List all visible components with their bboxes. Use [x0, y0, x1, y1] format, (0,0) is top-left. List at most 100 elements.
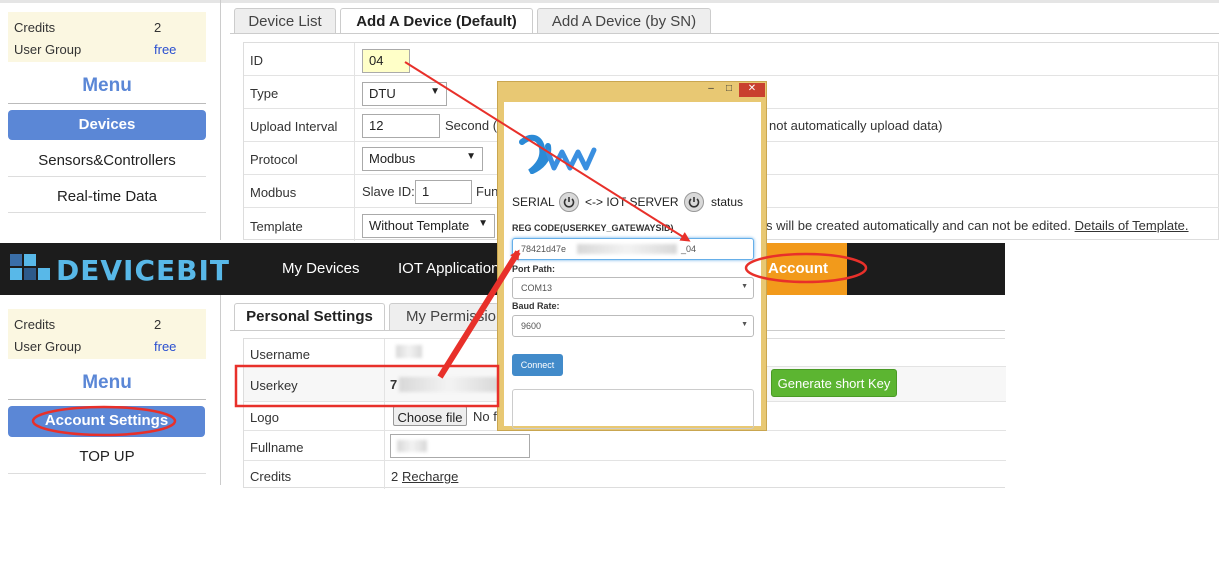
modbus-function-label: Fun	[476, 184, 499, 199]
close-icon[interactable]: ✕	[739, 83, 765, 97]
reg-code-input[interactable]: 78421d47e _04	[512, 238, 754, 260]
serial-label: SERIAL	[512, 195, 555, 209]
userkey-label: Userkey	[250, 378, 298, 393]
status-label: status	[711, 195, 744, 209]
userkey-redacted	[399, 377, 499, 392]
modbus-label: Modbus	[250, 185, 297, 200]
user-group-row: User Group free	[14, 339, 204, 359]
column-separator	[384, 461, 385, 489]
port-path-label: Port Path:	[512, 264, 556, 274]
nav-iot-application[interactable]: IOT Application	[398, 260, 499, 277]
column-separator	[354, 175, 355, 207]
minimize-icon[interactable]: –	[703, 83, 719, 97]
menu-title: Menu	[82, 75, 132, 96]
nav-account-label: Account	[768, 260, 828, 277]
slave-id-label: Slave ID:	[362, 184, 415, 199]
sidebar-item-sensors-controllers[interactable]: Sensors&Controllers	[8, 152, 206, 174]
credits-label: Credits	[14, 317, 56, 332]
maximize-icon[interactable]: □	[721, 83, 737, 97]
fullname-label: Fullname	[250, 440, 304, 455]
sidebar-item-devices[interactable]: Devices	[8, 110, 206, 140]
column-separator	[354, 109, 355, 141]
sidebar-item-top-up[interactable]: TOP UP	[8, 448, 206, 470]
template-select[interactable]: Without Template ▼	[362, 214, 495, 238]
column-separator	[384, 402, 385, 430]
dropdown-caret-icon: ▼	[430, 86, 440, 97]
credits-label: Credits	[250, 469, 292, 484]
user-group-label: User Group	[14, 339, 82, 354]
credits-label: Credits	[14, 20, 56, 35]
menu-divider	[8, 176, 206, 177]
nav-account[interactable]: Account	[760, 243, 847, 295]
menu-divider	[8, 103, 206, 104]
port-path-select[interactable]: COM13 ▼	[512, 277, 754, 299]
type-label: Type	[250, 86, 279, 101]
column-separator	[354, 208, 355, 241]
user-group-value[interactable]: free	[154, 339, 176, 354]
reg-code-redacted	[577, 244, 677, 254]
details-of-template-link[interactable]: Details of Template.	[1075, 218, 1189, 233]
upload-interval-label: Upload Interval	[250, 119, 338, 134]
id-label: ID	[250, 53, 263, 68]
fullname-input[interactable]	[390, 434, 530, 458]
column-separator	[354, 142, 355, 174]
id-input[interactable]: 04	[362, 49, 410, 73]
menu-divider	[8, 212, 206, 213]
tab-my-permissions[interactable]: My Permissio	[389, 303, 499, 330]
sidebar-item-account-settings[interactable]: Account Settings	[8, 406, 205, 437]
iot-server-label: <-> IOT SERVER	[585, 195, 679, 209]
tab-baseline	[230, 33, 1219, 34]
tab-add-device-by-sn[interactable]: Add A Device (by SN)	[537, 8, 711, 33]
fullname-redacted	[397, 440, 427, 452]
generate-short-key-button[interactable]: Generate short Key	[771, 369, 897, 397]
baud-rate-select[interactable]: 9600 ▼	[512, 315, 754, 337]
sidebar-item-realtime-data[interactable]: Real-time Data	[8, 188, 206, 210]
upload-interval-input[interactable]: 12	[362, 114, 440, 138]
account-info-box: Credits 2 User Group free	[8, 12, 206, 62]
credits-value: 2	[154, 317, 162, 332]
dropdown-caret-icon: ▼	[466, 151, 476, 162]
reg-code-label: REG CODE(USERKEY_GATEWAYSID)	[512, 223, 674, 233]
account-info-box: Credits 2 User Group free	[8, 309, 206, 359]
sidebar-separator	[220, 295, 221, 485]
devicebit-logo-text: DEVICEBIT	[56, 254, 230, 287]
dropdown-caret-icon: ▼	[741, 283, 748, 290]
protocol-label: Protocol	[250, 152, 298, 167]
protocol-select-value: Modbus	[369, 151, 416, 166]
recharge-link[interactable]: Recharge	[402, 469, 458, 484]
form-row-fullname: Fullname	[244, 431, 1006, 461]
template-note-text: s will be created automatically and can …	[766, 218, 1071, 233]
nav-my-devices[interactable]: My Devices	[282, 260, 360, 277]
username-redacted	[396, 345, 422, 358]
template-select-value: Without Template	[369, 218, 470, 233]
username-label: Username	[250, 347, 310, 362]
template-note: s will be created automatically and can …	[766, 218, 1189, 233]
upload-interval-unit: Second (	[445, 118, 498, 133]
user-group-value[interactable]: free	[154, 42, 176, 57]
top-border	[0, 0, 1219, 3]
column-separator	[384, 431, 385, 460]
sidebar-separator	[220, 0, 221, 240]
app-logo-icon	[518, 124, 598, 179]
tab-device-list[interactable]: Device List	[234, 8, 336, 33]
tab-add-device-default[interactable]: Add A Device (Default)	[340, 8, 533, 34]
serial-power-icon[interactable]	[559, 192, 579, 212]
user-group-row: User Group free	[14, 42, 204, 62]
type-select[interactable]: DTU ▼	[362, 82, 447, 106]
protocol-select[interactable]: Modbus ▼	[362, 147, 483, 171]
credits-row: Credits 2	[14, 20, 204, 40]
column-separator	[384, 339, 385, 366]
server-power-icon[interactable]	[684, 192, 704, 212]
slave-id-input[interactable]: 1	[415, 180, 472, 204]
credits-amount: 2	[391, 469, 399, 484]
upload-interval-note: not automatically upload data)	[769, 118, 943, 133]
logo-label: Logo	[250, 410, 279, 425]
log-textarea[interactable]	[512, 389, 754, 429]
form-row-credits: Credits 2 Recharge	[244, 461, 1006, 489]
user-group-label: User Group	[14, 42, 82, 57]
choose-file-button[interactable]: Choose file	[393, 406, 467, 426]
tab-personal-settings[interactable]: Personal Settings	[234, 303, 385, 331]
connect-button[interactable]: Connect	[512, 354, 563, 376]
credits-value: 2	[154, 20, 162, 35]
reg-code-value-end: _04	[681, 244, 697, 254]
